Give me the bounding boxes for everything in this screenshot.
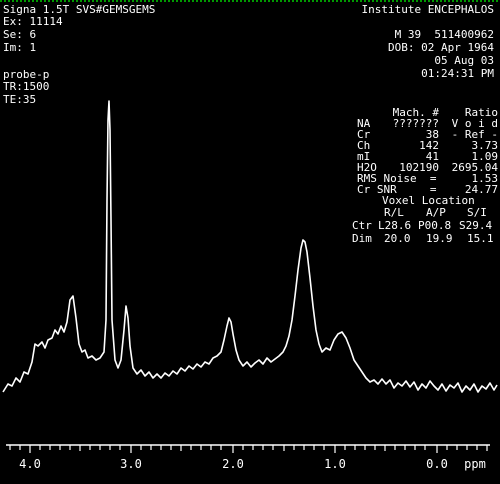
mr-spectrum-plot: 4.0 3.0 2.0 1.0 0.0 ppm <box>2 100 498 471</box>
tick-label-0-0: 0.0 <box>426 457 448 471</box>
tick-label-4-0: 4.0 <box>19 457 41 471</box>
tick-label-2-0: 2.0 <box>222 457 244 471</box>
spectrum-curve <box>2 100 498 393</box>
ppm-axis: 4.0 3.0 2.0 1.0 0.0 ppm <box>6 444 490 471</box>
ppm-unit-label: ppm <box>464 457 486 471</box>
tick-label-1-0: 1.0 <box>324 457 346 471</box>
spectrum-trace <box>2 100 498 393</box>
ppm-axis-ticks <box>9 445 488 453</box>
tick-label-3-0: 3.0 <box>120 457 142 471</box>
